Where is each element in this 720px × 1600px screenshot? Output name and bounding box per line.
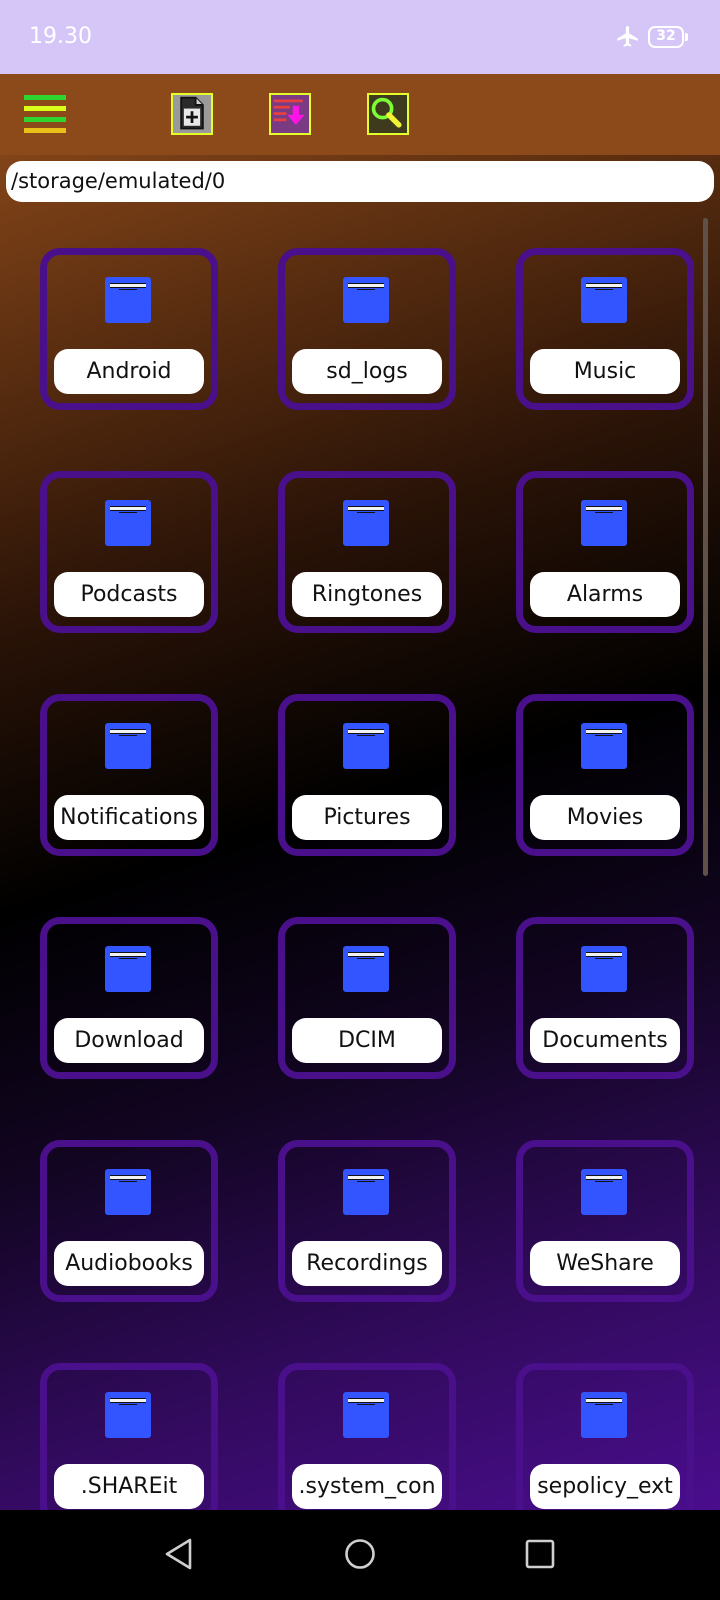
folder-item[interactable]: Movies bbox=[516, 694, 694, 856]
folder-icon bbox=[343, 1169, 389, 1215]
toolbar bbox=[0, 74, 720, 155]
folder-item[interactable]: .SHAREit bbox=[40, 1363, 218, 1510]
battery-icon: 32 bbox=[648, 26, 688, 48]
folder-icon bbox=[343, 277, 389, 323]
folder-label: Music bbox=[530, 349, 680, 394]
folder-item[interactable]: DCIM bbox=[278, 917, 456, 1079]
folder-item[interactable]: WeShare bbox=[516, 1140, 694, 1302]
folder-label: Movies bbox=[530, 795, 680, 840]
folder-label: Alarms bbox=[530, 572, 680, 617]
status-time: 19.30 bbox=[29, 24, 92, 49]
folder-label: Android bbox=[54, 349, 204, 394]
status-bar: 19.30 32 bbox=[0, 0, 720, 74]
folder-label: WeShare bbox=[530, 1241, 680, 1286]
folder-icon bbox=[105, 277, 151, 323]
folder-item[interactable]: Music bbox=[516, 248, 694, 410]
current-path: /storage/emulated/0 bbox=[11, 169, 226, 193]
folder-icon bbox=[105, 500, 151, 546]
folder-label: .system_con bbox=[292, 1464, 442, 1509]
folder-item[interactable]: Android bbox=[40, 248, 218, 410]
folder-item[interactable]: Documents bbox=[516, 917, 694, 1079]
search-icon bbox=[371, 97, 402, 128]
folder-icon bbox=[105, 1169, 151, 1215]
file-grid-area[interactable]: Android sd_logs Music Podcasts Ringtones Alar… bbox=[0, 155, 720, 1510]
folder-item[interactable]: Podcasts bbox=[40, 471, 218, 633]
folder-label: Pictures bbox=[292, 795, 442, 840]
folder-item[interactable]: Pictures bbox=[278, 694, 456, 856]
file-grid: Android sd_logs Music Podcasts Ringtones Alar… bbox=[0, 155, 720, 1510]
folder-icon bbox=[105, 1392, 151, 1438]
airplane-mode-icon bbox=[617, 26, 638, 47]
folder-label: DCIM bbox=[292, 1018, 442, 1063]
scrollbar[interactable] bbox=[703, 218, 708, 876]
folder-icon bbox=[581, 500, 627, 546]
folder-item[interactable]: Ringtones bbox=[278, 471, 456, 633]
folder-label: Recordings bbox=[292, 1241, 442, 1286]
folder-label: Audiobooks bbox=[54, 1241, 204, 1286]
folder-icon bbox=[105, 946, 151, 992]
folder-icon bbox=[105, 723, 151, 769]
back-icon[interactable] bbox=[158, 1532, 202, 1576]
folder-label: .SHAREit bbox=[54, 1464, 204, 1509]
folder-item[interactable]: Notifications bbox=[40, 694, 218, 856]
folder-item[interactable]: Audiobooks bbox=[40, 1140, 218, 1302]
folder-item[interactable]: Download bbox=[40, 917, 218, 1079]
path-bar[interactable]: /storage/emulated/0 bbox=[6, 161, 714, 202]
folder-icon bbox=[343, 723, 389, 769]
folder-label: sd_logs bbox=[292, 349, 442, 394]
recents-icon[interactable] bbox=[518, 1532, 562, 1576]
hamburger-menu-icon[interactable] bbox=[24, 95, 66, 135]
folder-icon bbox=[581, 277, 627, 323]
folder-label: Notifications bbox=[54, 795, 204, 840]
folder-icon bbox=[581, 723, 627, 769]
home-icon[interactable] bbox=[338, 1532, 382, 1576]
folder-icon bbox=[343, 500, 389, 546]
folder-item[interactable]: sd_logs bbox=[278, 248, 456, 410]
download-icon bbox=[273, 99, 305, 125]
folder-label: sepolicy_ext bbox=[530, 1464, 680, 1509]
search-button[interactable] bbox=[367, 93, 409, 135]
folder-label: Podcasts bbox=[54, 572, 204, 617]
navigation-bar bbox=[0, 1510, 720, 1600]
folder-icon bbox=[581, 1169, 627, 1215]
folder-icon bbox=[343, 946, 389, 992]
folder-label: Documents bbox=[530, 1018, 680, 1063]
battery-level: 32 bbox=[656, 28, 676, 44]
folder-item[interactable]: Recordings bbox=[278, 1140, 456, 1302]
folder-label: Ringtones bbox=[292, 572, 442, 617]
folder-icon bbox=[343, 1392, 389, 1438]
folder-item[interactable]: sepolicy_ext bbox=[516, 1363, 694, 1510]
folder-item[interactable]: Alarms bbox=[516, 471, 694, 633]
new-file-icon bbox=[180, 96, 204, 130]
folder-icon bbox=[581, 1392, 627, 1438]
folder-icon bbox=[581, 946, 627, 992]
folder-item[interactable]: .system_con bbox=[278, 1363, 456, 1510]
new-file-button[interactable] bbox=[171, 93, 213, 135]
download-button[interactable] bbox=[269, 93, 311, 135]
folder-label: Download bbox=[54, 1018, 204, 1063]
